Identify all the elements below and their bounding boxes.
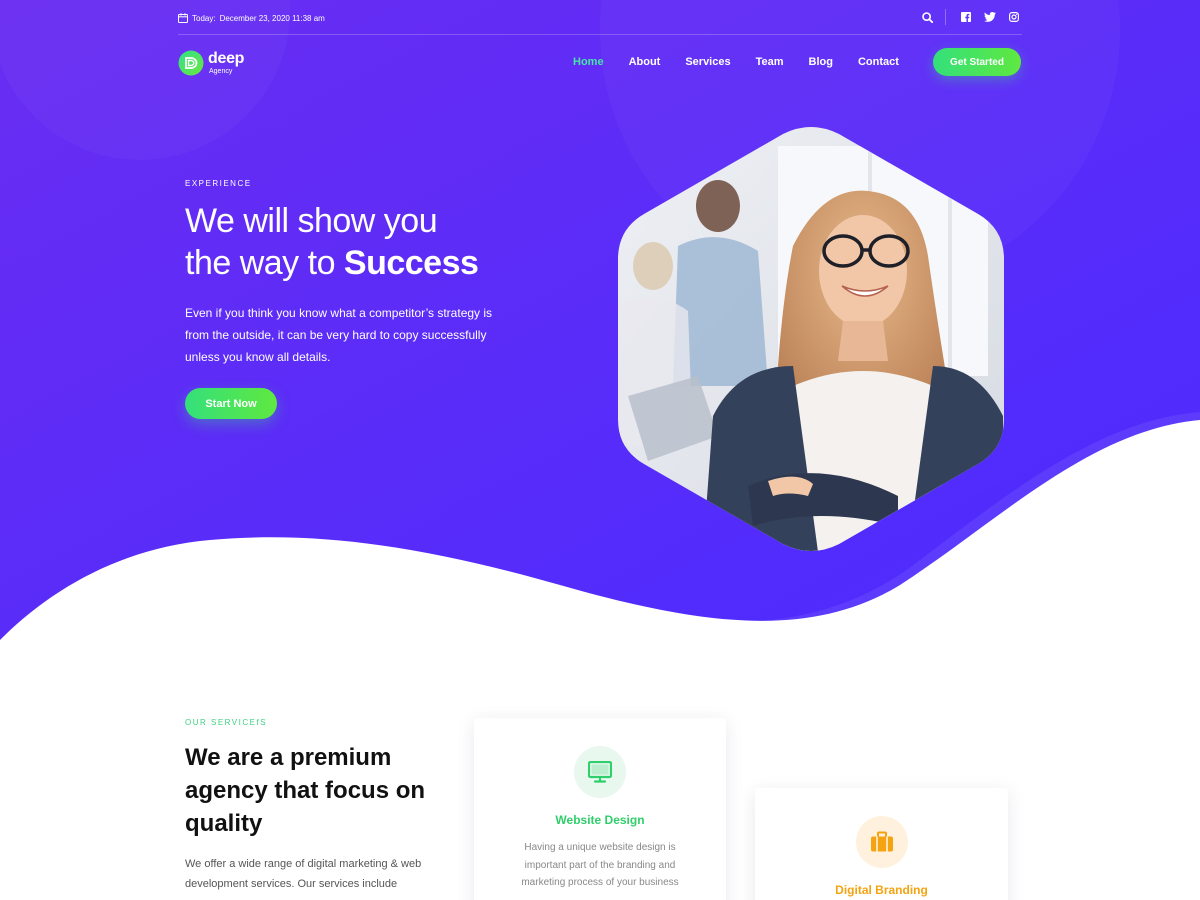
logo-mark-icon xyxy=(178,50,204,76)
hero-image xyxy=(618,126,1004,552)
nav-blog[interactable]: Blog xyxy=(809,55,833,70)
social-links xyxy=(958,9,1022,25)
nav-about[interactable]: About xyxy=(629,55,661,70)
service-card-description: Having a unique website design is import… xyxy=(521,842,679,888)
briefcase-icon xyxy=(871,831,893,852)
monitor-icon xyxy=(588,761,612,783)
service-icon-badge xyxy=(856,816,908,868)
facebook-icon[interactable] xyxy=(958,9,974,25)
date-value: December 23, 2020 11:38 am xyxy=(219,13,325,23)
nav-services[interactable]: Services xyxy=(685,55,730,70)
start-now-button[interactable]: Start Now xyxy=(185,388,277,419)
service-card-title: Digital Branding xyxy=(835,883,928,897)
instagram-icon[interactable] xyxy=(1006,9,1022,25)
hero-title: We will show you the way to Success xyxy=(185,200,479,284)
twitter-icon[interactable] xyxy=(982,9,998,25)
service-card-digital-branding[interactable]: Digital Branding xyxy=(755,788,1008,900)
main-nav: Home About Services Team Blog Contact xyxy=(573,55,924,70)
top-bar: Today: December 23, 2020 11:38 am xyxy=(178,0,1022,35)
service-card-title: Website Design xyxy=(555,813,645,827)
services-description: We offer a wide range of digital marketi… xyxy=(185,858,422,890)
hero-section: Today: December 23, 2020 11:38 am deep A… xyxy=(0,0,1200,640)
calendar-icon xyxy=(178,13,188,23)
hero-title-highlight: Success xyxy=(343,244,479,282)
nav-team[interactable]: Team xyxy=(756,55,784,70)
services-eyebrow: OUR SERVICEfS xyxy=(185,718,268,727)
hero-background xyxy=(0,0,1200,640)
hero-eyebrow: EXPERIENCE xyxy=(185,179,252,188)
hero-title-line2-prefix: the way to xyxy=(185,244,344,282)
logo-sub: Agency xyxy=(209,68,233,75)
nav-contact[interactable]: Contact xyxy=(858,55,899,70)
topbar-actions xyxy=(919,9,1022,25)
logo-wordmark: deep Agency xyxy=(208,50,245,76)
hero-photo-hexagon xyxy=(618,127,1004,551)
get-started-button[interactable]: Get Started xyxy=(933,48,1021,76)
date-prefix: Today: xyxy=(192,13,216,23)
service-icon-badge xyxy=(574,746,626,798)
services-title: We are a premium agency that focus on qu… xyxy=(185,744,426,837)
nav-home[interactable]: Home xyxy=(573,55,604,70)
current-date: Today: December 23, 2020 11:38 am xyxy=(178,11,325,25)
hero-title-line1: We will show you xyxy=(185,202,438,240)
service-card-website-design[interactable]: Website Design Having a unique website d… xyxy=(474,718,726,900)
hero-description: Even if you think you know what a compet… xyxy=(185,306,493,364)
brand-logo[interactable]: deep Agency xyxy=(178,50,244,76)
search-icon[interactable] xyxy=(919,9,935,25)
logo-name: deep xyxy=(208,50,245,67)
topbar-divider xyxy=(945,9,946,25)
